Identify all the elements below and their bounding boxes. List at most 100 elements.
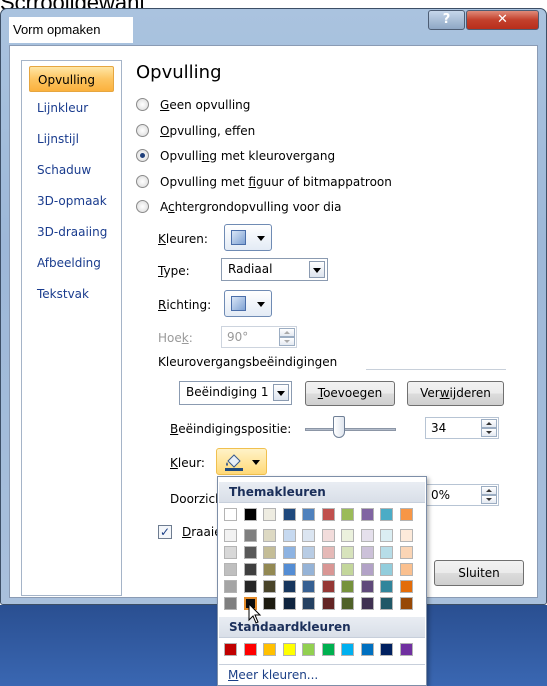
theme-shade-swatch[interactable] bbox=[399, 580, 413, 593]
theme-color-swatch[interactable] bbox=[224, 508, 237, 521]
radio-button[interactable] bbox=[136, 98, 149, 111]
theme-shade-swatch[interactable] bbox=[263, 529, 276, 542]
theme-shade-swatch[interactable] bbox=[399, 546, 413, 559]
theme-shade-swatch[interactable] bbox=[282, 563, 296, 576]
sidebar-item-tekstvak[interactable]: Tekstvak bbox=[34, 281, 110, 307]
theme-shade-swatch[interactable] bbox=[263, 563, 276, 576]
theme-color-swatch[interactable] bbox=[321, 508, 335, 521]
spin-down-icon[interactable] bbox=[481, 495, 497, 504]
theme-color-swatch[interactable] bbox=[263, 508, 276, 521]
theme-shade-swatch[interactable] bbox=[282, 529, 296, 542]
theme-shade-swatch[interactable] bbox=[321, 529, 335, 542]
sidebar-item-schaduw[interactable]: Schaduw bbox=[34, 157, 110, 183]
theme-color-swatch[interactable] bbox=[399, 508, 413, 521]
fill-option-row[interactable]: Geen opvulling bbox=[136, 96, 436, 114]
sidebar-item-lijnkleur[interactable]: Lijnkleur bbox=[34, 95, 110, 121]
theme-shade-swatch[interactable] bbox=[341, 563, 354, 576]
fill-option-row[interactable]: Achtergrondopvulling voor dia bbox=[136, 198, 436, 216]
theme-shade-swatch[interactable] bbox=[321, 597, 335, 610]
theme-shade-swatch[interactable] bbox=[224, 546, 237, 559]
stop-position-slider-track[interactable] bbox=[305, 428, 396, 431]
fill-option-row[interactable]: Opvulling met kleurovergang bbox=[136, 147, 436, 165]
theme-shade-swatch[interactable] bbox=[341, 546, 354, 559]
theme-shade-swatch[interactable] bbox=[224, 580, 237, 593]
stop-position-slider-thumb[interactable] bbox=[333, 416, 345, 438]
theme-color-swatch[interactable] bbox=[380, 508, 393, 521]
theme-shade-swatch[interactable] bbox=[341, 597, 354, 610]
standard-color-swatch[interactable] bbox=[224, 643, 237, 656]
spin-down-icon[interactable] bbox=[481, 428, 497, 437]
theme-shade-swatch[interactable] bbox=[243, 563, 257, 576]
theme-shade-swatch[interactable] bbox=[380, 546, 393, 559]
theme-shade-swatch[interactable] bbox=[321, 580, 335, 593]
type-select[interactable]: Radiaal bbox=[221, 258, 328, 281]
spin-up-icon[interactable] bbox=[481, 486, 497, 495]
theme-shade-swatch[interactable] bbox=[399, 597, 413, 610]
remove-stop-button[interactable]: Verwijderen bbox=[407, 381, 504, 406]
gradient-stop-select-arrow[interactable] bbox=[273, 384, 289, 401]
sidebar-item-3d-opmaak[interactable]: 3D-opmaak bbox=[34, 188, 110, 214]
transparency-spinner[interactable]: 0% bbox=[425, 484, 499, 506]
direction-dropdown-button[interactable] bbox=[224, 290, 272, 317]
theme-color-swatch[interactable] bbox=[243, 508, 257, 521]
theme-shade-swatch[interactable] bbox=[243, 529, 257, 542]
theme-shade-swatch[interactable] bbox=[399, 529, 413, 542]
spin-up-icon[interactable] bbox=[279, 328, 295, 337]
theme-shade-swatch[interactable] bbox=[360, 597, 374, 610]
theme-shade-swatch[interactable] bbox=[302, 597, 315, 610]
radio-button[interactable] bbox=[136, 149, 149, 162]
standard-color-swatch[interactable] bbox=[399, 643, 413, 656]
theme-shade-swatch[interactable] bbox=[302, 546, 315, 559]
angle-spinner[interactable]: 90° bbox=[221, 326, 297, 348]
gradient-stop-select[interactable]: Beëindiging 1 bbox=[179, 381, 292, 405]
standard-color-swatch[interactable] bbox=[360, 643, 374, 656]
theme-shade-swatch[interactable] bbox=[224, 529, 237, 542]
fill-option-row[interactable]: Opvulling, effen bbox=[136, 122, 436, 140]
theme-shade-swatch[interactable] bbox=[380, 563, 393, 576]
theme-shade-swatch[interactable] bbox=[341, 580, 354, 593]
theme-shade-swatch[interactable] bbox=[380, 580, 393, 593]
standard-color-swatch[interactable] bbox=[321, 643, 335, 656]
radio-button[interactable] bbox=[136, 200, 149, 213]
radio-button[interactable] bbox=[136, 123, 149, 137]
theme-shade-swatch[interactable] bbox=[282, 597, 296, 610]
stop-position-spinner[interactable]: 34 bbox=[425, 417, 499, 439]
colors-dropdown-button[interactable] bbox=[224, 224, 272, 251]
close-window-button[interactable]: ✕ bbox=[466, 10, 539, 30]
sidebar-item-lijnstijl[interactable]: Lijnstijl bbox=[34, 126, 110, 152]
theme-shade-swatch[interactable] bbox=[263, 580, 276, 593]
theme-shade-swatch[interactable] bbox=[282, 580, 296, 593]
sidebar-item-opvulling[interactable]: Opvulling bbox=[29, 66, 114, 92]
theme-shade-swatch[interactable] bbox=[360, 546, 374, 559]
theme-shade-swatch[interactable] bbox=[380, 597, 393, 610]
type-select-arrow[interactable] bbox=[309, 261, 325, 278]
fill-option-row[interactable]: Opvulling met figuur of bitmappatroon bbox=[136, 173, 436, 191]
theme-shade-swatch[interactable] bbox=[380, 529, 393, 542]
theme-shade-swatch[interactable] bbox=[360, 563, 374, 576]
theme-shade-swatch[interactable] bbox=[302, 529, 315, 542]
help-button[interactable]: ? bbox=[428, 10, 465, 30]
theme-shade-swatch[interactable] bbox=[243, 546, 257, 559]
theme-shade-swatch[interactable] bbox=[263, 546, 276, 559]
more-colors-link[interactable]: Meer kleuren... bbox=[219, 664, 425, 684]
theme-shade-swatch[interactable] bbox=[302, 563, 315, 576]
theme-color-swatch[interactable] bbox=[341, 508, 354, 521]
theme-color-swatch[interactable] bbox=[282, 508, 296, 521]
theme-shade-swatch[interactable] bbox=[341, 529, 354, 542]
theme-shade-swatch[interactable] bbox=[302, 580, 315, 593]
standard-color-swatch[interactable] bbox=[263, 643, 276, 656]
theme-shade-swatch[interactable] bbox=[224, 563, 237, 576]
theme-shade-swatch[interactable] bbox=[321, 546, 335, 559]
standard-color-swatch[interactable] bbox=[282, 643, 296, 656]
theme-shade-swatch[interactable] bbox=[282, 546, 296, 559]
theme-shade-swatch[interactable] bbox=[360, 580, 374, 593]
sidebar-item-afbeelding[interactable]: Afbeelding bbox=[34, 250, 110, 276]
standard-color-swatch[interactable] bbox=[341, 643, 354, 656]
spin-down-icon[interactable] bbox=[279, 337, 295, 346]
theme-shade-swatch[interactable] bbox=[360, 529, 374, 542]
theme-shade-swatch[interactable] bbox=[224, 597, 237, 610]
theme-shade-swatch[interactable] bbox=[263, 597, 276, 610]
standard-color-swatch[interactable] bbox=[380, 643, 393, 656]
sidebar-item-3d-draaiing[interactable]: 3D-draaiing bbox=[34, 219, 110, 245]
stop-color-dropdown-button[interactable] bbox=[216, 448, 267, 475]
